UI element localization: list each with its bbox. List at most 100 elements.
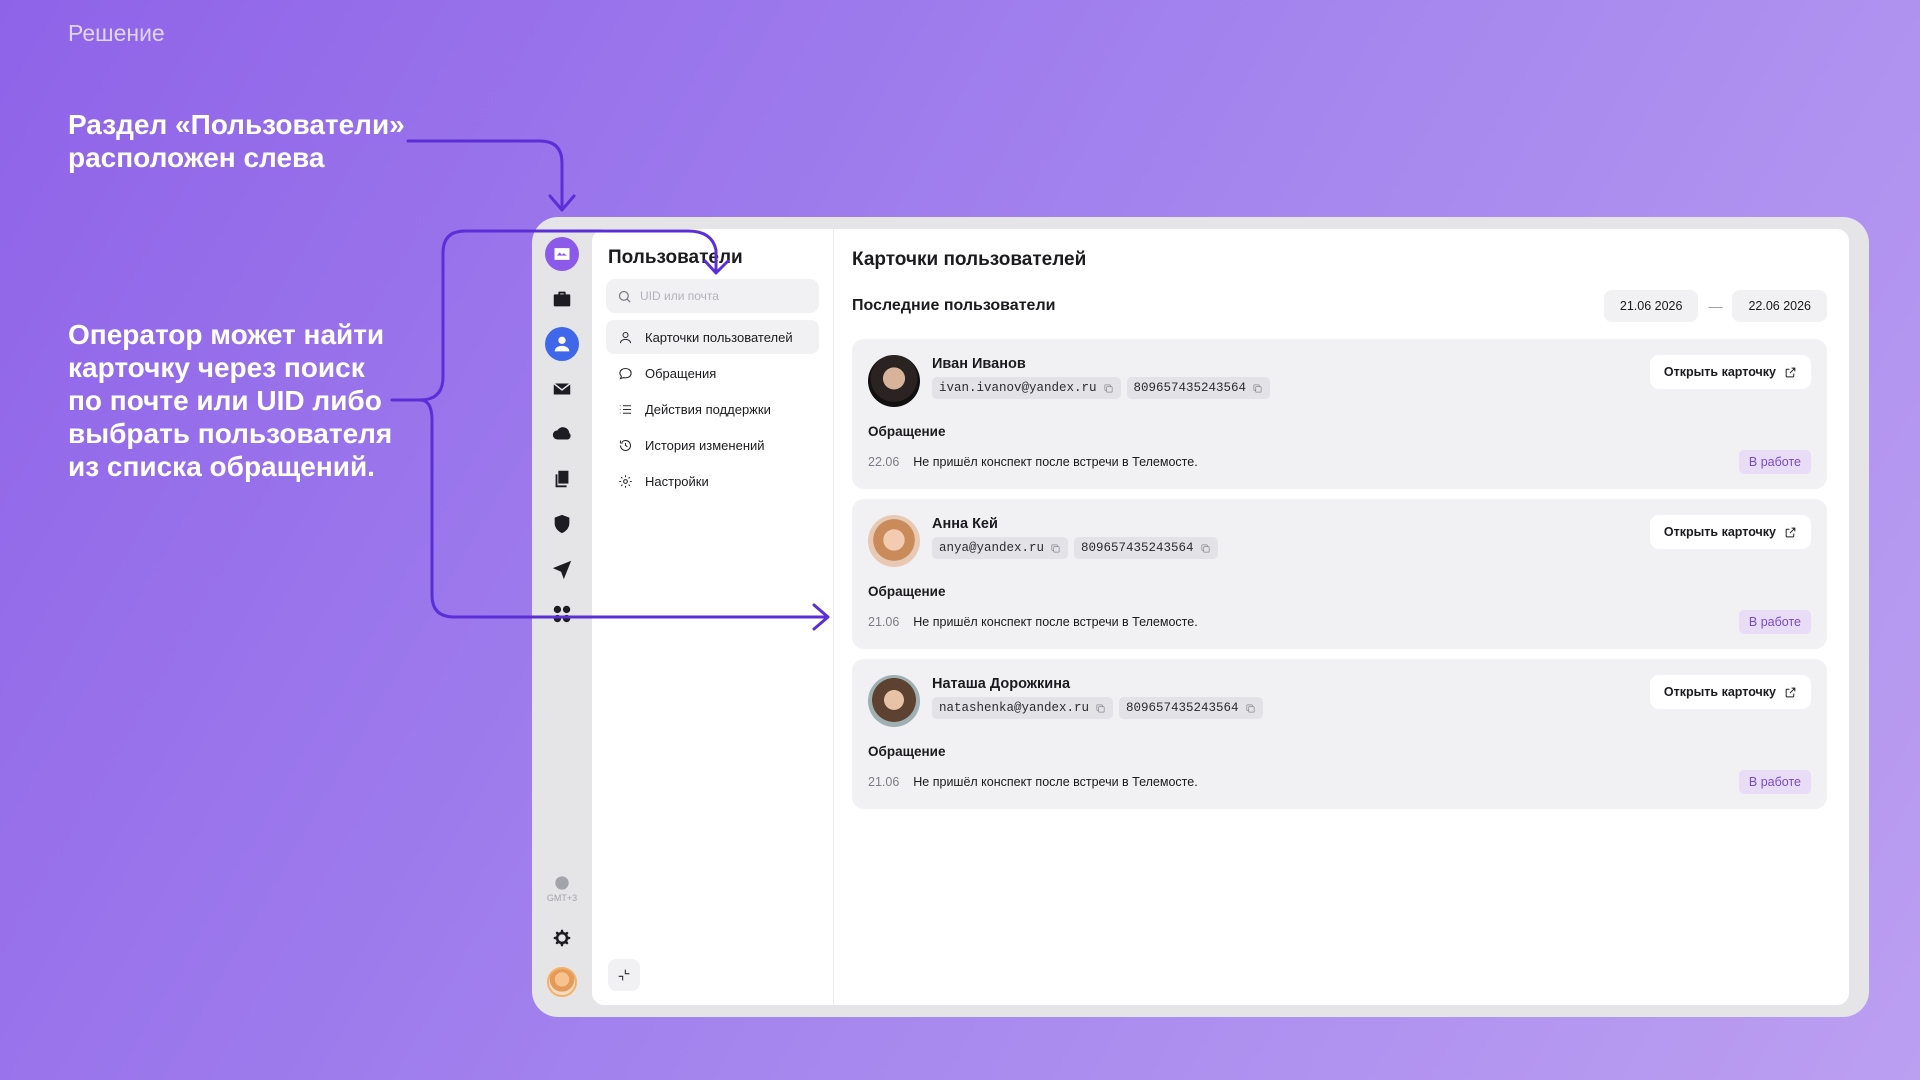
user-avatar [868, 355, 920, 407]
open-card-label: Открыть карточку [1663, 525, 1776, 539]
external-link-icon [1785, 527, 1796, 537]
section-header: Последние пользователи 21.06 2026 — 22.0… [852, 289, 1827, 323]
uid-chip[interactable]: 809657435243564 [1126, 377, 1271, 399]
list-icon [619, 404, 632, 414]
caption-line: расположен слева [68, 142, 325, 173]
external-link-icon [1785, 687, 1796, 697]
user-name: Иван Иванов [932, 356, 1026, 372]
shield-icon[interactable] [545, 507, 579, 541]
profile-avatar[interactable] [547, 967, 577, 997]
nav-item-label: Карточки пользователей [645, 329, 793, 345]
caption-line: из списка обращений. [68, 451, 375, 482]
user-name: Анна Кей [932, 516, 998, 532]
status-badge: В работе [1738, 610, 1811, 634]
email-chip[interactable]: ivan.ivanov@yandex.ru [932, 377, 1121, 399]
request-text: Не пришёл конспект после встречи в Телем… [913, 455, 1198, 469]
nav-item-user-cards[interactable]: Карточки пользователей [606, 320, 819, 354]
user-cards-main: Карточки пользователей Последние пользов… [852, 229, 1827, 1005]
copy-icon[interactable] [1200, 543, 1211, 554]
date-from-picker[interactable]: 21.06 2026 [1603, 290, 1699, 322]
open-card-button[interactable]: Открыть карточку [1649, 675, 1811, 709]
chat-bubble-icon [619, 367, 632, 379]
cloud-icon[interactable] [545, 417, 579, 451]
caption-line: выбрать пользователя [68, 418, 393, 449]
request-label: Обращение [868, 584, 946, 599]
timezone-indicator[interactable]: GMT+3 [547, 875, 577, 903]
request-text: Не пришёл конспект после встречи в Телем… [913, 615, 1198, 629]
request-date: 21.06 [868, 615, 900, 629]
nav-item-label: Действия поддержки [645, 401, 771, 417]
nav-item-support-actions[interactable]: Действия поддержки [606, 392, 819, 426]
request-row[interactable]: 21.06 Не пришёл конспект после встречи в… [868, 610, 1811, 634]
copy-icon[interactable] [1245, 703, 1256, 714]
mail-icon[interactable] [545, 372, 579, 406]
nav-item-requests[interactable]: Обращения [606, 356, 819, 390]
history-icon [619, 439, 631, 451]
documents-icon[interactable] [545, 462, 579, 496]
collapse-sidebar-button[interactable] [608, 959, 640, 991]
apps-grid-icon[interactable] [545, 597, 579, 631]
request-text: Не пришёл конспект после встречи в Телем… [913, 775, 1198, 789]
open-card-button[interactable]: Открыть карточку [1649, 515, 1811, 549]
app-window: GMT+3 Пользователи Карточки пользователе… [532, 217, 1869, 1017]
search-box[interactable] [606, 279, 819, 313]
app-logo-icon[interactable] [545, 237, 579, 271]
nav-item-label: Обращения [645, 365, 717, 381]
email-chip[interactable]: anya@yandex.ru [932, 537, 1069, 559]
subnav-title: Пользователи [608, 247, 743, 268]
user-card: Наташа Дорожкина natashenka@yandex.ru 80… [852, 659, 1827, 809]
open-card-button[interactable]: Открыть карточку [1649, 355, 1811, 389]
request-row[interactable]: 22.06 Не пришёл конспект после встречи в… [868, 450, 1811, 474]
search-icon [618, 290, 631, 303]
user-card-list: Иван Иванов ivan.ivanov@yandex.ru 809657… [852, 339, 1827, 809]
user-avatar [868, 515, 920, 567]
copy-icon[interactable] [1050, 543, 1061, 554]
search-input[interactable] [640, 289, 800, 303]
section-title: Последние пользователи [852, 297, 1056, 314]
request-date: 22.06 [868, 455, 900, 469]
nav-item-change-history[interactable]: История изменений [606, 428, 819, 462]
timezone-label: GMT+3 [546, 893, 578, 903]
user-icon[interactable] [545, 327, 579, 361]
user-icon [619, 331, 632, 343]
date-range: 21.06 2026 — 22.06 2026 [1603, 290, 1827, 322]
caption-line: Раздел «Пользователи» [68, 109, 405, 140]
uid-value: 809657435243564 [1133, 381, 1247, 395]
request-date: 21.06 [868, 775, 900, 789]
nav-item-label: Настройки [645, 473, 709, 489]
caption-users-section: Раздел «Пользователи» расположен слева [68, 108, 405, 174]
request-label: Обращение [868, 744, 946, 759]
date-to-picker[interactable]: 22.06 2026 [1732, 290, 1827, 322]
page-title: Карточки пользователей [852, 249, 1087, 270]
user-card: Анна Кей anya@yandex.ru 809657435243564 [852, 499, 1827, 649]
gear-icon[interactable] [545, 921, 579, 955]
user-card: Иван Иванов ivan.ivanov@yandex.ru 809657… [852, 339, 1827, 489]
collapse-icon [618, 969, 630, 981]
email-value: ivan.ivanov@yandex.ru [939, 381, 1097, 395]
send-icon[interactable] [545, 552, 579, 586]
nav-item-label: История изменений [645, 437, 765, 453]
date-separator: — [1708, 298, 1723, 314]
open-card-label: Открыть карточку [1663, 685, 1776, 699]
email-value: anya@yandex.ru [939, 541, 1045, 555]
user-avatar [868, 675, 920, 727]
users-panel: Пользователи Карточки пользователей Обра… [592, 229, 1849, 1005]
nav-item-settings[interactable]: Настройки [606, 464, 819, 498]
icon-rail: GMT+3 [532, 217, 592, 1017]
copy-icon[interactable] [1095, 703, 1106, 714]
briefcase-icon[interactable] [545, 282, 579, 316]
status-badge: В работе [1738, 770, 1811, 794]
copy-icon[interactable] [1252, 383, 1263, 394]
slide-label: Решение [68, 20, 165, 46]
request-row[interactable]: 21.06 Не пришёл конспект после встречи в… [868, 770, 1811, 794]
arrow-to-users-section [406, 139, 564, 210]
email-chip[interactable]: natashenka@yandex.ru [932, 697, 1114, 719]
caption-search-hint: Оператор может найти карточку через поис… [68, 318, 392, 483]
status-badge: В работе [1738, 450, 1811, 474]
open-card-label: Открыть карточку [1663, 365, 1776, 379]
users-subnav: Пользователи Карточки пользователей Обра… [592, 229, 834, 1005]
uid-chip[interactable]: 809657435243564 [1074, 537, 1218, 559]
copy-icon[interactable] [1103, 383, 1114, 394]
uid-chip[interactable]: 809657435243564 [1119, 697, 1263, 719]
caption-line: по почте или UID либо [68, 385, 382, 416]
